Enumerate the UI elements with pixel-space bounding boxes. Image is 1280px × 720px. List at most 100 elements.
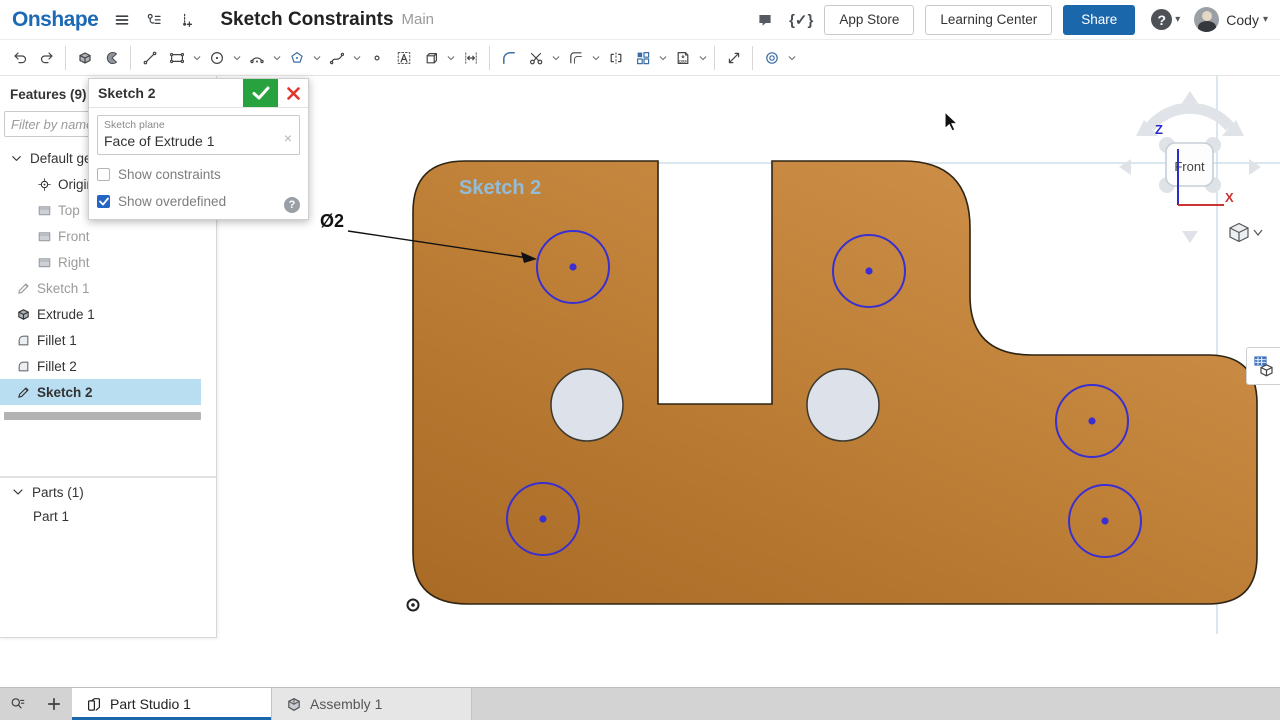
extrude-tool-icon[interactable] [71,43,98,73]
tab-part-studio-1[interactable]: Part Studio 1 [72,688,272,720]
feature-label: Fillet 1 [37,333,77,348]
dxf-tool-icon[interactable]: DXF [669,43,696,73]
chevron-down-icon[interactable] [696,43,709,73]
feature-label: Top [58,203,80,218]
checkbox-label: Show constraints [118,167,221,182]
cancel-button[interactable] [278,79,308,107]
onshape-logo[interactable]: Onshape [12,8,98,32]
origin-marker[interactable] [408,600,419,611]
chevron-down-icon[interactable] [785,43,798,73]
feature-tree-item-sketch-2[interactable]: Sketch 2 [0,379,201,405]
offset-tool-icon[interactable] [562,43,589,73]
sketch-circle-center-point[interactable] [1088,417,1095,424]
line-tool-icon[interactable] [136,43,163,73]
checkbox-row-show-overdefined[interactable]: Show overdefined [97,194,300,209]
workspace-name[interactable]: Main [402,11,435,28]
dimension-tool-icon[interactable] [457,43,484,73]
tab-assembly-1[interactable]: Assembly 1 [272,688,472,720]
document-title[interactable]: Sketch Constraints [220,9,393,31]
feature-label: Fillet 2 [37,359,77,374]
feature-script-icon[interactable]: {✓} [789,11,813,29]
redo-icon[interactable] [33,43,60,73]
through-hole[interactable] [551,369,623,441]
feature-tree-item-fillet-1[interactable]: Fillet 1 [0,327,201,353]
chevron-down-icon[interactable] [589,43,602,73]
feature-label: Sketch 1 [37,281,90,296]
share-button[interactable]: Share [1063,5,1135,35]
sketch-circle-center-point[interactable] [569,263,576,270]
chevron-down-icon[interactable] [444,43,457,73]
through-hole[interactable] [807,369,879,441]
mirror-tool-icon[interactable] [602,43,629,73]
polygon-tool-icon[interactable] [283,43,310,73]
revolve-tool-icon[interactable] [98,43,125,73]
sketch-icon [15,281,31,296]
chevron-down-icon[interactable] [350,43,363,73]
tab-search-icon[interactable] [0,688,36,720]
plane-icon [36,255,52,270]
checkbox-unchecked-icon[interactable] [97,168,110,181]
trim-tool-icon[interactable] [522,43,549,73]
help-button[interactable]: ? [1151,9,1172,30]
assembly-icon [286,696,302,713]
versions-icon[interactable] [146,12,162,28]
checkbox-checked-icon[interactable] [97,195,110,208]
undo-icon[interactable] [6,43,33,73]
feature-tree-item-fillet-2[interactable]: Fillet 2 [0,353,201,379]
app-store-button[interactable]: App Store [824,5,914,35]
chevron-down-icon[interactable] [270,43,283,73]
checkbox-row-show-constraints[interactable]: Show constraints [97,167,300,182]
insert-new-icon[interactable] [178,12,194,28]
sketch-icon [15,385,31,400]
sketch-circle-center-point[interactable] [1101,517,1108,524]
chevron-down-icon[interactable] [656,43,669,73]
circle-tool-icon[interactable] [203,43,230,73]
comments-icon[interactable] [757,12,773,28]
arc-tool-icon[interactable] [243,43,270,73]
origin-icon [36,177,52,192]
dialog-help-icon[interactable]: ? [284,197,300,213]
project-tool-icon[interactable] [417,43,444,73]
feature-tree-item-sketch-1[interactable]: Sketch 1 [0,275,201,301]
spline-tool-icon[interactable] [323,43,350,73]
configuration-flyout-tab[interactable] [1246,347,1280,385]
user-name[interactable]: Cody [1226,12,1259,28]
parts-header-row[interactable]: Parts (1) [0,480,216,504]
point-tool-icon[interactable] [363,43,390,73]
sketch-circle-center-point[interactable] [865,267,872,274]
help-caret-icon: ▾ [1175,14,1180,25]
chevron-down-icon[interactable] [230,43,243,73]
sketch-circle-center-point[interactable] [539,515,546,522]
plane-icon [36,203,52,218]
learning-center-button[interactable]: Learning Center [925,5,1052,35]
view-cube[interactable]: Front Z X [1119,91,1261,243]
main-menu-icon[interactable] [114,12,130,28]
measure-tool-icon[interactable] [720,43,747,73]
feature-label: Front [58,229,90,244]
part-list-item[interactable]: Part 1 [0,504,216,528]
clear-selection-icon[interactable]: × [284,130,292,146]
accept-button[interactable] [243,79,278,107]
checkbox-label: Show overdefined [118,194,226,209]
construction-tool-icon[interactable] [758,43,785,73]
pattern-tool-icon[interactable] [629,43,656,73]
feature-tree-item-right[interactable]: Right [0,249,201,275]
feature-tree-item-front[interactable]: Front [0,223,201,249]
avatar[interactable] [1194,7,1219,32]
feature-tree-item-extrude-1[interactable]: Extrude 1 [0,301,201,327]
rollback-bar[interactable] [4,412,201,420]
view-mode-button[interactable] [1230,224,1262,242]
chevron-down-icon[interactable] [310,43,323,73]
feature-label: Sketch 2 [37,385,93,400]
add-tab-icon[interactable] [36,688,72,720]
chevron-down-icon [8,151,24,166]
fillet-feature-icon [15,333,31,348]
sketch-plane-field[interactable]: Sketch plane Face of Extrude 1 × [97,115,300,155]
chevron-down-icon[interactable] [549,43,562,73]
fillet-tool-icon[interactable] [495,43,522,73]
chevron-down-icon[interactable] [190,43,203,73]
toolbar-separator [714,46,715,70]
text-tool-icon[interactable] [390,43,417,73]
feature-label: Right [58,255,90,270]
rectangle-tool-icon[interactable] [163,43,190,73]
